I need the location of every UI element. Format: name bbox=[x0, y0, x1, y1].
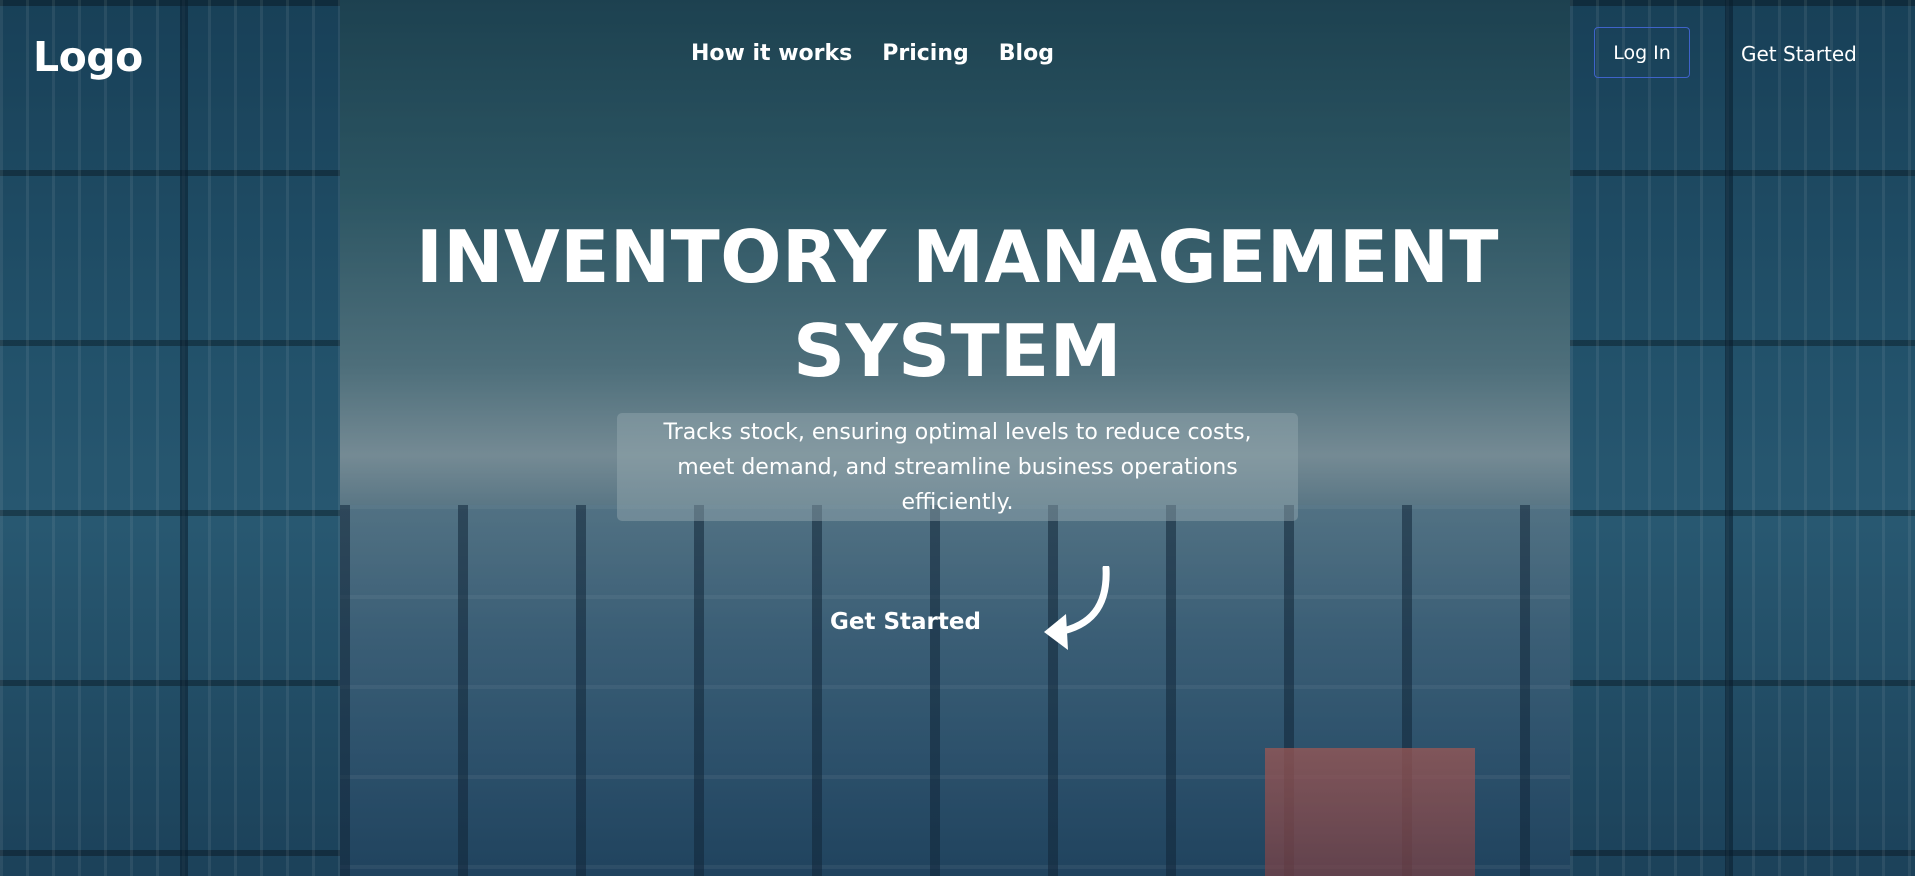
main-nav: How it works Pricing Blog bbox=[691, 41, 1054, 66]
hero-title-line-1: INVENTORY MANAGEMENT bbox=[415, 215, 1500, 299]
curved-arrow-icon bbox=[1044, 566, 1110, 650]
hero-subtitle: Tracks stock, ensuring optimal levels to… bbox=[663, 419, 1252, 515]
nav-link-how-it-works[interactable]: How it works bbox=[691, 41, 852, 66]
nav-link-pricing[interactable]: Pricing bbox=[882, 41, 969, 66]
login-button[interactable]: Log In bbox=[1594, 27, 1690, 78]
hero-subtitle-box: Tracks stock, ensuring optimal levels to… bbox=[617, 413, 1298, 521]
hero-title-line-2: SYSTEM bbox=[793, 309, 1122, 393]
nav-get-started-button[interactable]: Get Started bbox=[1741, 42, 1857, 66]
nav-link-blog[interactable]: Blog bbox=[999, 41, 1054, 66]
hero-get-started-button[interactable]: Get Started bbox=[830, 609, 981, 635]
hero-title: INVENTORY MANAGEMENT SYSTEM bbox=[0, 210, 1915, 398]
logo[interactable]: Logo bbox=[33, 33, 143, 81]
hero-section: Logo How it works Pricing Blog Log In Ge… bbox=[0, 0, 1915, 876]
